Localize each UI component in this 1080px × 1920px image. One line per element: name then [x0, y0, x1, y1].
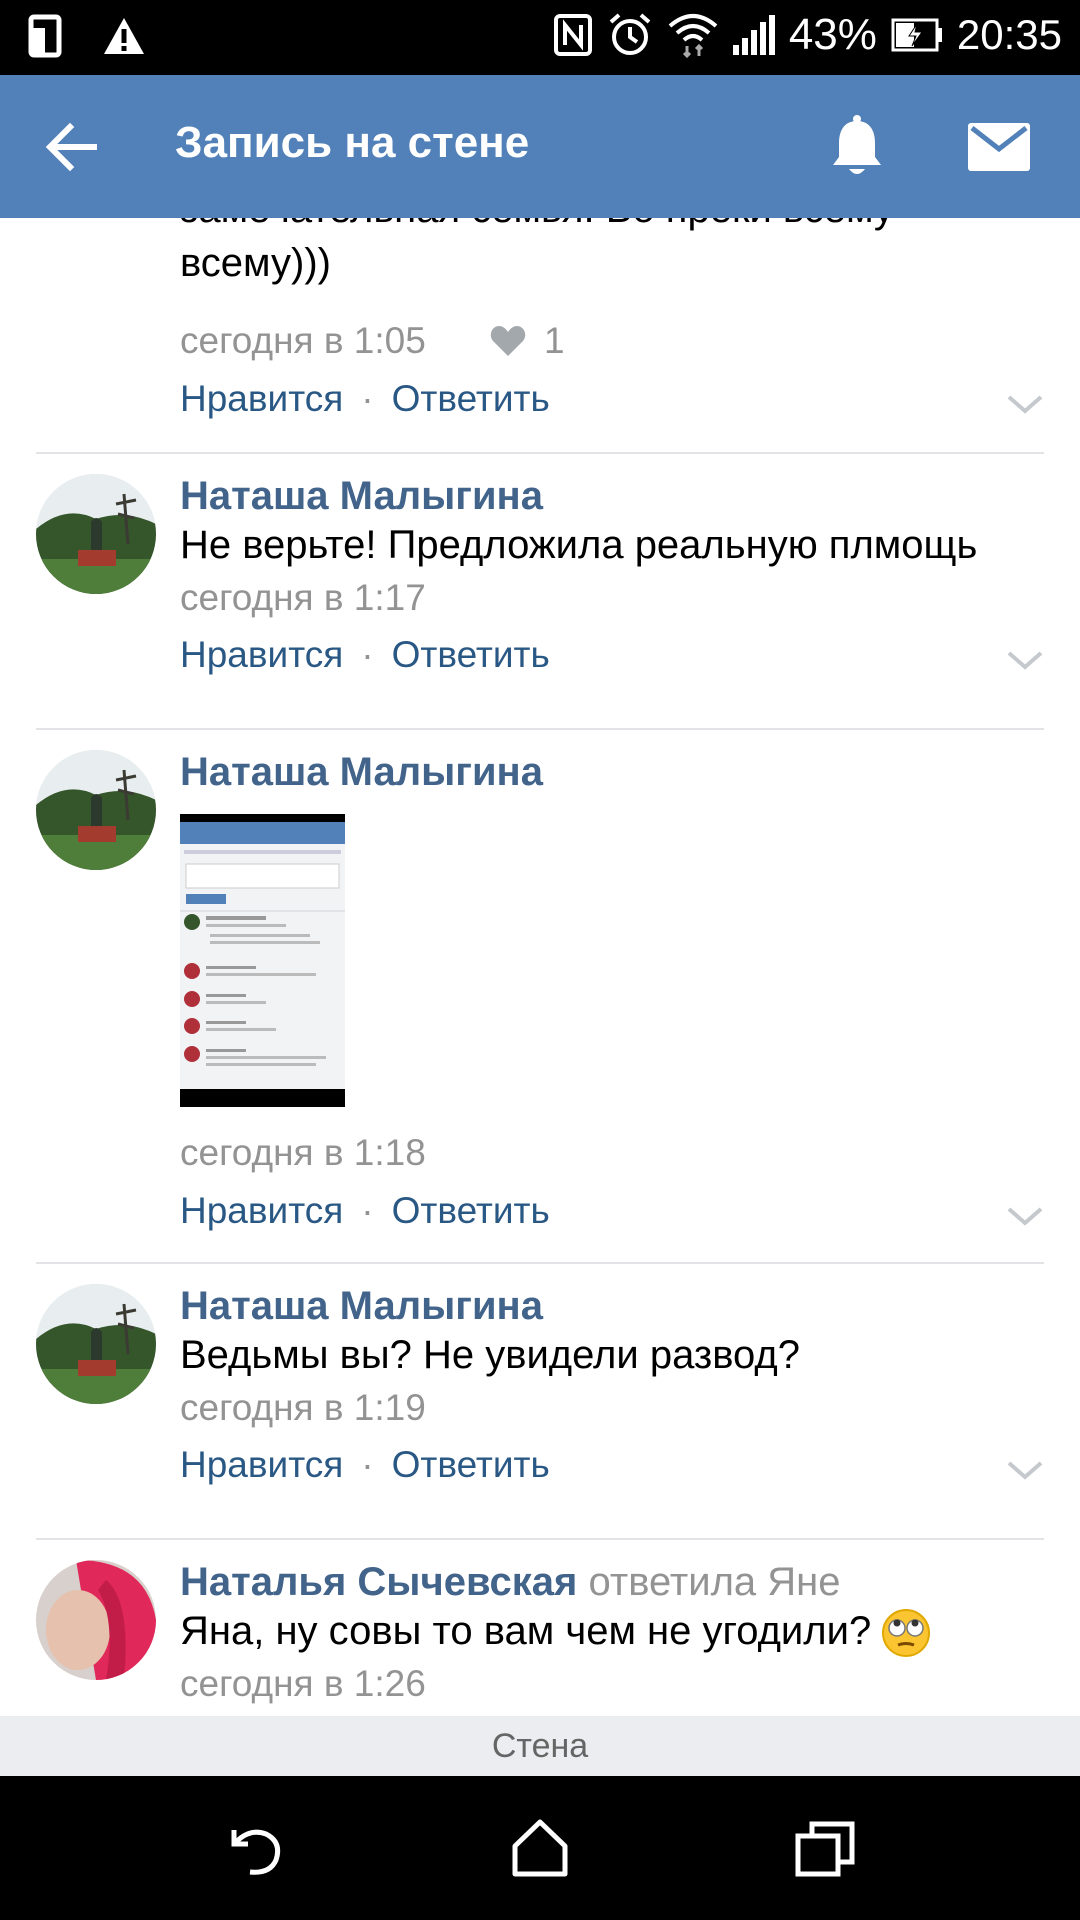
- comment-text: Яна, ну совы то вам чем не угодили?: [180, 1602, 931, 1660]
- avatar[interactable]: [36, 1560, 156, 1680]
- author-name[interactable]: Наташа Малыгина: [180, 1284, 543, 1329]
- avatar[interactable]: [36, 750, 156, 870]
- comment-time: сегодня в 1:26: [180, 1663, 426, 1704]
- comment-time: сегодня в 1:17: [180, 577, 426, 618]
- separator: ·: [361, 634, 374, 675]
- reply-to-label[interactable]: ответила Яне: [589, 1560, 841, 1604]
- likes-counter[interactable]: 1: [490, 320, 565, 362]
- comment-time: сегодня в 1:19: [180, 1387, 426, 1428]
- separator: ·: [361, 1444, 374, 1485]
- chevron-down-icon[interactable]: [1006, 650, 1044, 672]
- sim-card-icon: [28, 14, 62, 58]
- mail-icon[interactable]: [968, 123, 1030, 171]
- heart-icon: [490, 326, 526, 356]
- author-name-text[interactable]: Наталья Сычевская: [180, 1560, 577, 1604]
- warning-icon: [104, 18, 144, 54]
- comment-text: Ведьмы вы? Не увидели развод?: [180, 1333, 800, 1377]
- comment-actions: Нравится · Ответить: [180, 1444, 550, 1486]
- comment-time: сегодня в 1:18: [180, 1132, 426, 1173]
- wifi-icon: [668, 14, 718, 58]
- rolling-eyes-emoji-icon: [882, 1609, 931, 1658]
- home-icon[interactable]: [505, 1816, 575, 1880]
- like-link[interactable]: Нравится: [180, 1444, 343, 1485]
- divider: [36, 728, 1044, 730]
- recents-icon[interactable]: [790, 1816, 860, 1880]
- author-name[interactable]: Наташа Малыгина: [180, 750, 543, 795]
- reply-link[interactable]: Ответить: [392, 378, 550, 419]
- author-name[interactable]: Наталья Сычевская ответила Яне: [180, 1560, 841, 1605]
- app-header: Запись на стене: [0, 75, 1080, 218]
- chevron-down-icon[interactable]: [1006, 394, 1044, 416]
- battery-icon: [891, 18, 942, 52]
- divider: [36, 1262, 1044, 1264]
- alarm-icon: [609, 13, 651, 55]
- avatar[interactable]: [36, 1284, 156, 1404]
- back-icon[interactable]: [220, 1816, 290, 1880]
- avatar[interactable]: [36, 474, 156, 594]
- comment-actions: Нравится · Ответить: [180, 1190, 550, 1232]
- chevron-down-icon[interactable]: [1006, 1460, 1044, 1482]
- clock-time: 20:35: [956, 11, 1062, 58]
- separator: ·: [361, 378, 374, 419]
- comment-actions: Нравится · Ответить: [180, 634, 550, 676]
- page-title: Запись на стене: [175, 118, 530, 167]
- like-link[interactable]: Нравится: [180, 634, 343, 675]
- like-link[interactable]: Нравится: [180, 1190, 343, 1231]
- screenshot-thumbnail[interactable]: [180, 814, 345, 1107]
- divider: [36, 1538, 1044, 1540]
- comment-text-content: Яна, ну совы то вам чем не угодили?: [180, 1609, 872, 1653]
- reply-link[interactable]: Ответить: [392, 1444, 550, 1485]
- chevron-down-icon[interactable]: [1006, 1206, 1044, 1228]
- bell-icon[interactable]: [828, 115, 886, 179]
- comment-text-line: всему))): [180, 241, 331, 285]
- comment-text: Не верьте! Предложила реальную плмощь: [180, 523, 978, 567]
- like-link[interactable]: Нравится: [180, 378, 343, 419]
- divider: [36, 452, 1044, 454]
- battery-percent: 43%: [788, 10, 877, 59]
- comment-time: сегодня в 1:05: [180, 320, 426, 361]
- signal-icon: [732, 15, 775, 55]
- nfc-icon: [553, 14, 592, 56]
- reply-link[interactable]: Ответить: [392, 634, 550, 675]
- reply-link[interactable]: Ответить: [392, 1190, 550, 1231]
- comment-actions: Нравится · Ответить: [180, 378, 550, 420]
- separator: ·: [361, 1190, 374, 1231]
- likes-count: 1: [544, 320, 565, 361]
- comments-list: замечательная семья. Во преки всему всем…: [0, 218, 1080, 1716]
- navigation-bar: [0, 1776, 1080, 1920]
- back-arrow-icon[interactable]: [40, 117, 104, 177]
- wall-tab[interactable]: Стена: [0, 1716, 1080, 1776]
- status-bar: 43% 20:35: [0, 0, 1080, 75]
- author-name[interactable]: Наташа Малыгина: [180, 474, 543, 519]
